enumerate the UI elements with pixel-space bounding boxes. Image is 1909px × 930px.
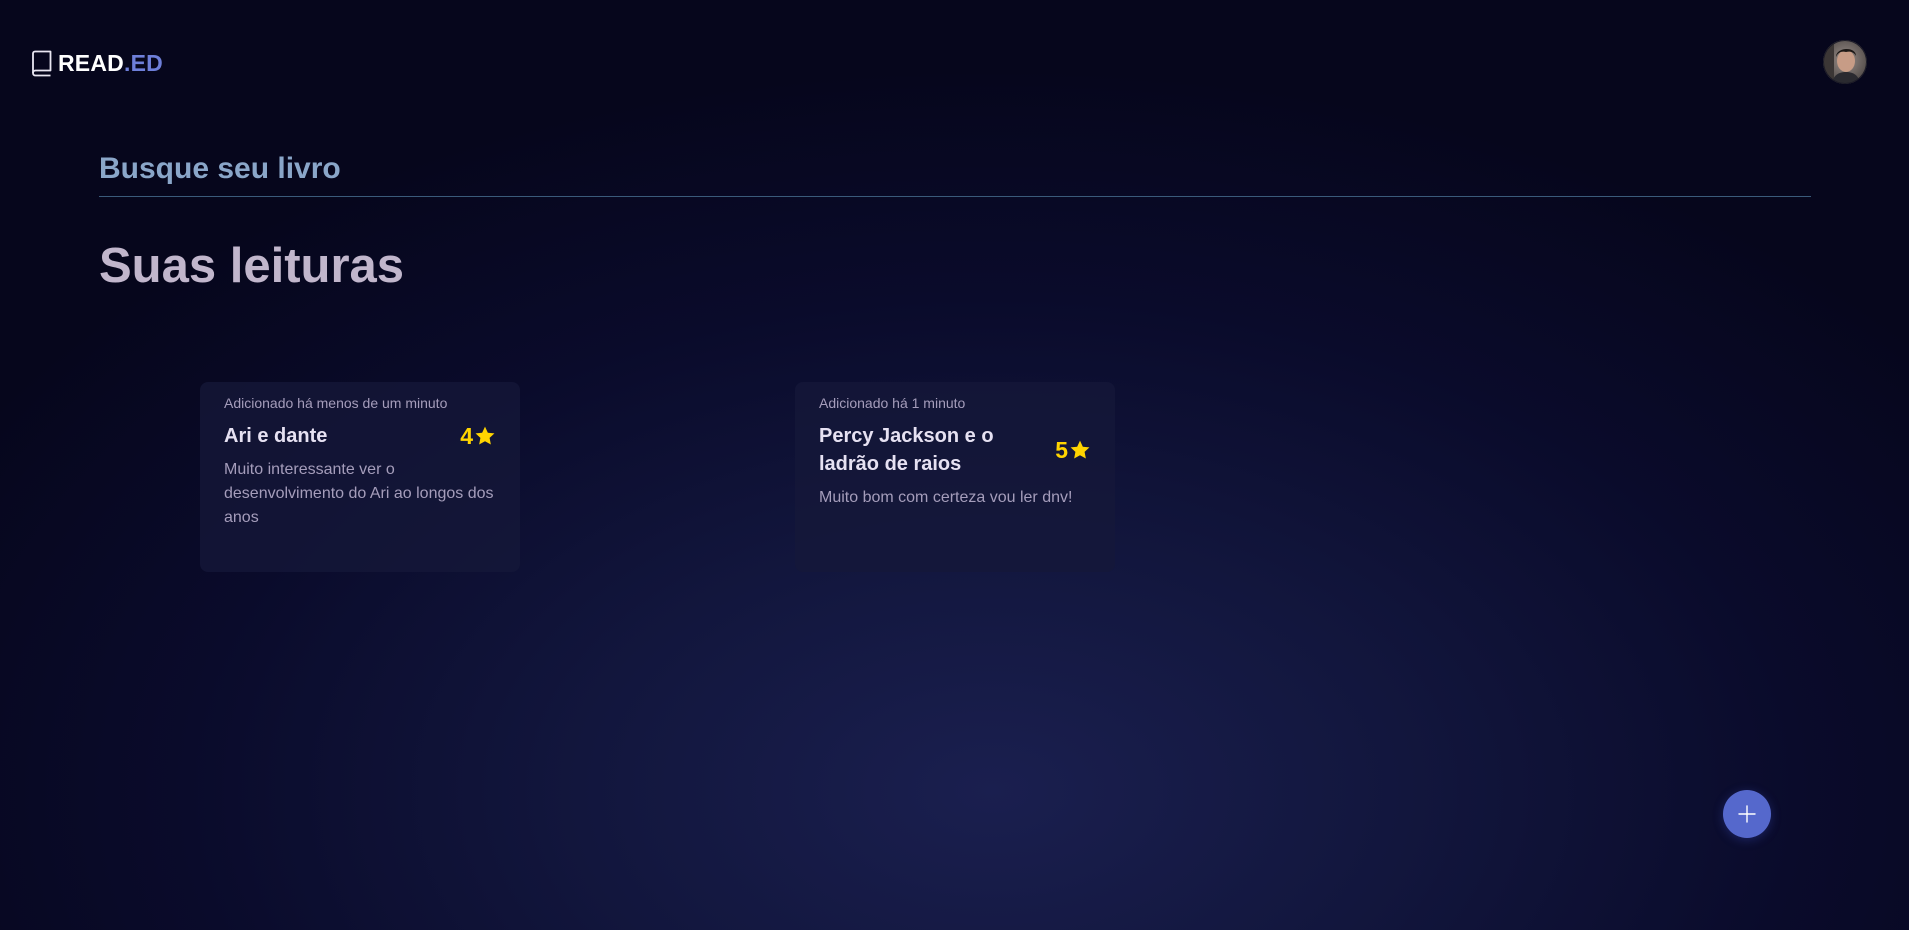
rating-value: 4 — [460, 422, 473, 449]
logo-accent-text: .ED — [123, 49, 163, 76]
star-icon — [475, 426, 495, 445]
card-review: Muito interessante ver o desenvolvimento… — [224, 461, 494, 526]
book-icon — [31, 49, 53, 77]
card-header: Ari e dante 4 — [224, 422, 496, 450]
search-bar — [99, 146, 1811, 197]
card-rating: 4 — [460, 423, 496, 450]
section-title: Suas leituras — [99, 239, 405, 293]
logo-main-text: READ — [58, 49, 124, 76]
card-rating: 5 — [1055, 437, 1091, 464]
card-header: Percy Jackson e o ladrão de raios 5 — [819, 422, 1091, 478]
book-card[interactable]: Adicionado há 1 minuto Percy Jackson e o… — [795, 382, 1115, 572]
search-input[interactable] — [99, 146, 1811, 192]
star-icon — [1070, 440, 1090, 459]
top-bar: READ.ED — [0, 0, 1909, 110]
user-avatar[interactable] — [1823, 40, 1867, 84]
card-title: Ari e dante — [224, 425, 328, 447]
plus-icon — [1738, 805, 1756, 823]
rating-value: 5 — [1055, 436, 1068, 463]
card-title: Percy Jackson e o ladrão de raios — [819, 425, 994, 475]
card-added-date: Adicionado há menos de um minuto — [224, 395, 448, 411]
logo-wordmark: READ.ED — [58, 50, 163, 77]
app-logo[interactable]: READ.ED — [31, 49, 163, 77]
card-added-date: Adicionado há 1 minuto — [819, 395, 966, 411]
card-review: Muito bom com certeza vou ler dnv! — [819, 489, 1073, 506]
book-card[interactable]: Adicionado há menos de um minuto Ari e d… — [200, 382, 520, 572]
add-book-button[interactable] — [1723, 790, 1771, 838]
